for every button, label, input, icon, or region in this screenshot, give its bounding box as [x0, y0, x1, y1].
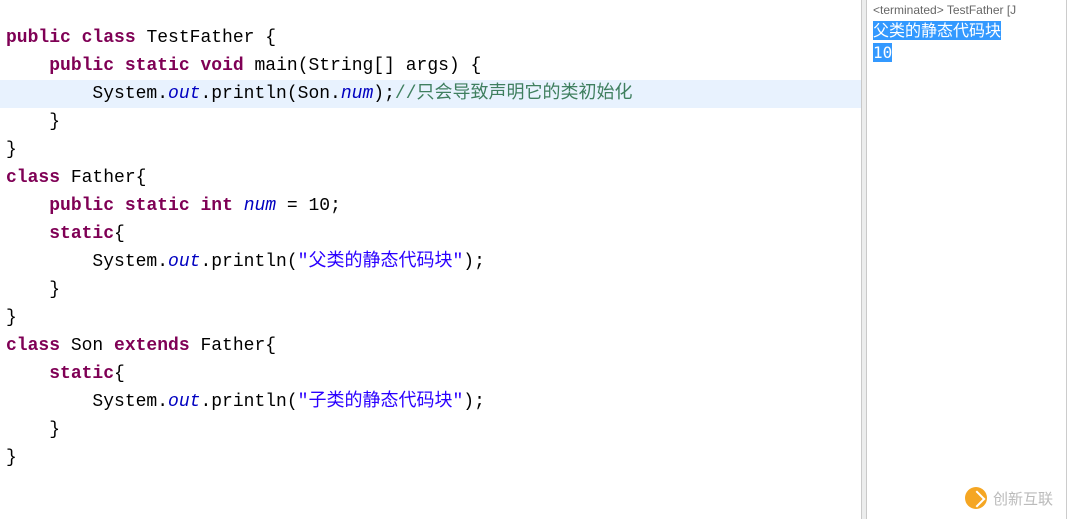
- watermark: 创新互联: [965, 487, 1053, 509]
- console-output-line[interactable]: 父类的静态代码块: [867, 20, 1066, 42]
- code-editor[interactable]: public class TestFather { public static …: [0, 0, 861, 519]
- console-panel: <terminated> TestFather [J 父类的静态代码块 10: [867, 0, 1067, 519]
- watermark-icon: [965, 487, 987, 509]
- console-header: <terminated> TestFather [J: [867, 0, 1066, 20]
- current-line[interactable]: System.out.println(Son.num);//只会导致声明它的类初…: [0, 80, 861, 108]
- console-output-line[interactable]: 10: [867, 42, 1066, 64]
- watermark-text: 创新互联: [993, 488, 1053, 509]
